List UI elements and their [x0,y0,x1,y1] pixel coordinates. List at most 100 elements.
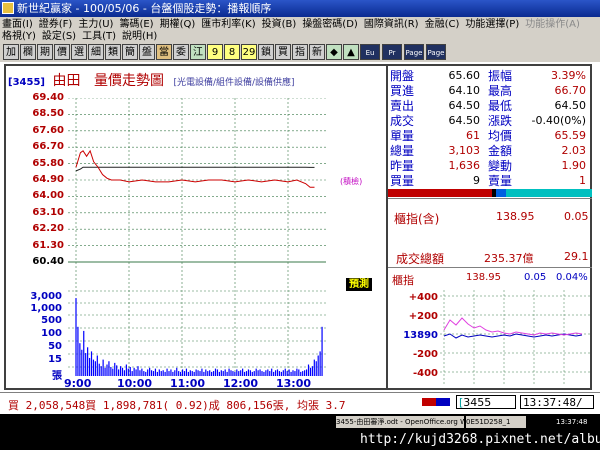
menu-item[interactable]: 功能選擇(P) [465,19,519,30]
window-title: 新世紀贏家 - 100/05/06 - 台盤個股走勢：播報順序 [17,2,272,15]
price-tick-label: 68.50 [32,108,64,120]
toolbar-button[interactable]: 江 [190,44,206,60]
otc-tick-label: 13890 [403,330,438,341]
price-tick-label: 63.10 [32,206,64,218]
toolbar-button[interactable]: 類 [105,44,121,60]
otc-index-change: 0.05 [564,210,589,223]
bid-ask-strip [388,189,592,197]
quote-value: 64.50 [448,114,481,127]
volume-tick-label: 3,000 [30,291,62,302]
otc-index-label: 櫃指(含) [394,212,440,226]
chart-marker-label: (積檢) [340,177,363,186]
toolbar-button[interactable]: 鎖 [258,44,274,60]
volume-bars [75,298,323,376]
price-tick-label: 60.40 [32,256,64,267]
quote-row: 總量 3,103 金額 2.03 [388,144,592,158]
taskbar-item-writer[interactable]: 3455-由田審淨.odt - OpenOffice.org Writer [336,416,464,428]
toolbar-button[interactable]: 價 [54,44,70,60]
toolbar-button[interactable]: 選 [71,44,87,60]
toolbar-button[interactable]: 欄 [20,44,36,60]
quote-row: 賣出 64.50 最低 64.50 [388,99,592,113]
volume-tick-label: 500 [41,315,62,326]
quote-label: 總量 [390,144,415,158]
quote-label: 單量 [390,129,415,143]
quote-label: 振幅 [488,69,513,83]
quote-row: 昨量 1,636 變動 1.90 [388,159,592,173]
otc-pink-line [443,317,583,336]
menu-item[interactable]: 證券(F) [39,19,73,30]
toolbar-button[interactable]: 8 [224,44,240,60]
price-tick-label: 64.90 [32,174,64,185]
price-tick-label: 65.80 [32,157,64,169]
chart-title: 量價走勢圖 [93,73,164,89]
quote-label: 成交 [390,114,415,128]
quote-value: 66.70 [554,84,587,97]
menu-item[interactable]: 說明(H) [122,31,157,42]
chart-grid [68,98,326,376]
toolbar-button[interactable]: 細 [88,44,104,60]
quote-value: 1.90 [561,159,587,172]
quote-label: 漲跌 [488,114,513,128]
quote-value: 65.60 [448,69,481,82]
toolbar-button[interactable]: Page [426,44,446,60]
menu-item[interactable]: 投資(B) [262,19,297,30]
toolbar-button[interactable]: Pr [382,44,402,60]
price-tick-label: 66.70 [32,141,64,153]
quote-value: 64.10 [448,84,481,97]
price-tick-label: 62.20 [32,223,64,235]
price-tick-label: 67.60 [32,124,64,136]
trade-summary: 買 2,058,548買 1,898,781( 0.92)成 806,156張,… [8,399,346,412]
toolbar-button[interactable]: 盤 [139,44,155,60]
turnover-label: 成交總額 [396,252,445,266]
time-tick-label: 11:00 [170,377,206,390]
toolbar-button[interactable]: 委 [173,44,189,60]
toolbar-button[interactable]: 指 [292,44,308,60]
toolbar-button[interactable]: 期 [37,44,53,60]
price-volume-chart[interactable] [68,98,326,376]
menu-row-2: 格視(Y) 設定(S) 工具(T) 說明(H) [2,30,163,43]
time-tick-label: 10:00 [117,377,153,390]
quote-value: 64.50 [554,99,587,112]
menu-item[interactable]: 國際資訊(R) [364,19,419,30]
toolbar-button[interactable]: 簡 [122,44,138,60]
toolbar-button[interactable]: 29 [241,44,257,60]
otc-percent: 0.04% [556,272,588,283]
quote-label: 昨量 [390,159,415,173]
taskbar-item-2[interactable]: 0E51D258_1 [466,416,526,428]
otc-tick-label: +200 [408,311,438,322]
toolbar-button[interactable]: ◆ [326,44,342,60]
turnover-change: 29.1 [564,250,589,263]
toolbar-button[interactable]: 加 [3,44,19,60]
menu-item[interactable]: 工具(T) [82,31,116,42]
toolbar-button[interactable]: 新 [309,44,325,60]
toolbar-button[interactable]: ▲ [343,44,359,60]
chart-header: [3455] 由田 量價走勢圖 [光電設備/組件設備/設備供應] [8,70,295,89]
otc-index-chart[interactable] [440,290,590,386]
stock-code: [3455] [8,77,45,88]
menu-item[interactable]: 畫面(I) [2,19,33,30]
quote-row: 買進 64.10 最高 66.70 [388,84,592,98]
menu-item[interactable]: 操盤密碼(D) [302,19,358,30]
forecast-badge[interactable]: 預測 [346,278,372,291]
menu-item[interactable]: 設定(S) [42,31,76,42]
menu-item[interactable]: 格視(Y) [2,31,36,42]
quote-value: 3,103 [448,144,481,157]
toolbar-button[interactable]: Page [404,44,424,60]
menu-item[interactable]: 主力(U) [78,19,113,30]
status-color-red [422,398,436,406]
quote-value: 64.50 [448,99,481,112]
menu-item[interactable]: 匯市利率(K) [201,19,255,30]
stock-code-input-value: 3455 [463,396,492,409]
otc-tick-label: +400 [408,292,438,303]
quote-value: 65.59 [554,129,587,142]
index-box: 櫃指(含) 138.95 0.05 成交總額 235.37億 29.1 [388,198,592,268]
title-bar: 新世紀贏家 - 100/05/06 - 台盤個股走勢：播報順序 [0,0,600,17]
menu-item[interactable]: 金融(C) [425,19,460,30]
stock-code-input[interactable]: [3455 [456,395,516,409]
toolbar-button[interactable]: 9 [207,44,223,60]
menu-item[interactable]: 期權(Q) [160,19,196,30]
toolbar-button[interactable]: 買 [275,44,291,60]
toolbar-button[interactable]: Eu [360,44,380,60]
toolbar-button[interactable]: 當 [156,44,172,60]
menu-item[interactable]: 籌碼(E) [119,19,153,30]
